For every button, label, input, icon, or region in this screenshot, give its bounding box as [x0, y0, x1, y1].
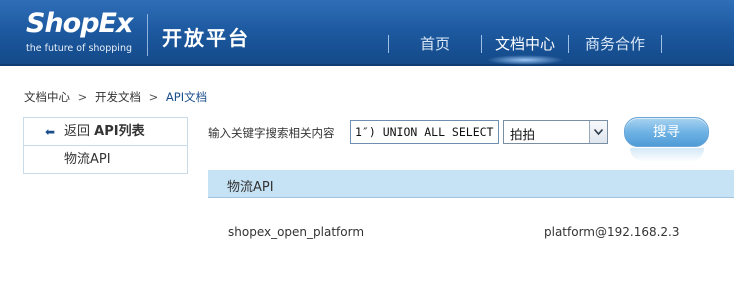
search-input[interactable]: 1″) UNION ALL SELECT: [350, 120, 499, 144]
search-button[interactable]: 搜寻: [624, 117, 709, 147]
back-label: 返回: [64, 124, 95, 139]
sidebar-item-logistics-api[interactable]: 物流API: [24, 146, 187, 174]
nav-item-home[interactable]: 首页: [389, 33, 481, 55]
sidebar: ⬅ 返回 API列表 物流API: [23, 117, 188, 174]
dropdown-arrow-button[interactable]: [589, 121, 607, 143]
back-to-api-list-link[interactable]: ⬅ 返回 API列表: [24, 118, 187, 146]
shopex-logo[interactable]: ShopEx the future of shopping: [24, 8, 144, 58]
back-label-strong: API列表: [94, 124, 145, 139]
breadcrumb: 文档中心 > 开发文档 > API文档: [24, 89, 207, 105]
main-nav: 首页 文档中心 商务合作: [388, 33, 662, 55]
results-header: 物流API: [208, 170, 734, 198]
results-header-title: 物流API: [227, 180, 274, 195]
breadcrumb-dev-docs[interactable]: 开发文档: [95, 90, 141, 104]
chevron-down-icon: [594, 129, 603, 135]
result-name[interactable]: shopex_open_platform: [228, 225, 364, 239]
search-button-reflection: [630, 148, 704, 162]
breadcrumb-api-docs[interactable]: API文档: [166, 90, 207, 104]
site-header: ShopEx the future of shopping 开放平台 首页 文档…: [0, 0, 734, 66]
header-divider: [147, 14, 148, 56]
nav-separator: [661, 35, 662, 53]
platform-select[interactable]: 拍拍: [503, 120, 608, 144]
platform-select-value: 拍拍: [510, 127, 536, 142]
nav-item-docs[interactable]: 文档中心: [482, 33, 568, 55]
nav-item-business[interactable]: 商务合作: [569, 33, 661, 55]
search-label: 输入关键字搜索相关内容: [208, 126, 335, 140]
site-title: 开放平台: [162, 26, 250, 50]
table-row: shopex_open_platform platform@192.168.2.…: [208, 222, 734, 242]
nav-active-glow: [486, 55, 564, 65]
breadcrumb-separator: >: [148, 90, 159, 104]
logo-text: ShopEx: [26, 8, 133, 39]
logo-tagline: the future of shopping: [26, 43, 132, 54]
result-owner: platform@192.168.2.3: [544, 225, 680, 239]
breadcrumb-docs-center[interactable]: 文档中心: [24, 90, 70, 104]
breadcrumb-separator: >: [77, 90, 88, 104]
left-arrow-icon: ⬅: [45, 125, 56, 139]
